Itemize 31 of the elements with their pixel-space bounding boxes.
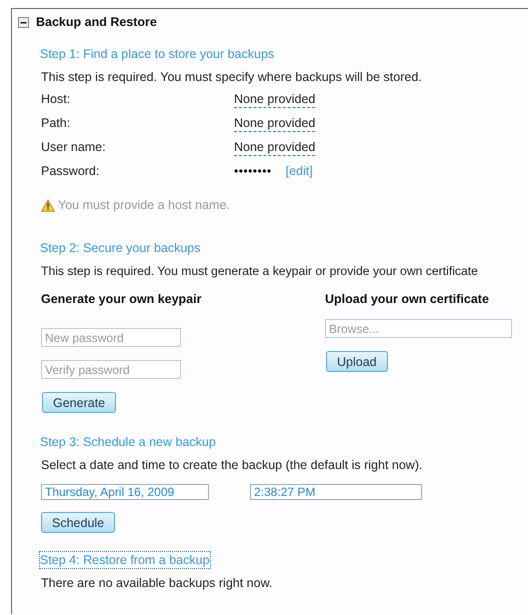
- field-value[interactable]: None provided: [234, 92, 316, 108]
- date-field[interactable]: Thursday, April 16, 2009: [41, 484, 209, 500]
- collapse-icon[interactable]: [18, 16, 29, 28]
- step-description: This step is required. You must generate a keypair or provide your own certificate: [41, 264, 479, 278]
- schedule-button[interactable]: Schedule: [41, 512, 116, 533]
- field-value[interactable]: None provided: [234, 140, 316, 156]
- warning-icon: [41, 198, 55, 212]
- file-field[interactable]: Browse...: [325, 319, 512, 338]
- time-field[interactable]: 2:38:27 PM: [250, 484, 422, 500]
- column-heading: Generate your own keypair: [41, 292, 202, 306]
- upload-button[interactable]: Upload: [326, 351, 388, 372]
- step-description: This step is required. You must specify where backups will be stored.: [41, 70, 423, 84]
- step-heading-link[interactable]: Step 4: Restore from a backup: [39, 551, 211, 569]
- step-heading-link[interactable]: Step 2: Secure your backups: [39, 239, 202, 257]
- password-field[interactable]: New password: [41, 328, 181, 347]
- section-title: Backup and Restore: [36, 15, 157, 29]
- step-heading-link[interactable]: Step 3: Schedule a new backup: [39, 433, 217, 451]
- password-field[interactable]: Verify password: [41, 360, 181, 379]
- field-label: User name:: [41, 140, 107, 156]
- field-label: Host:: [41, 92, 72, 108]
- step-description: There are no available backups right now.: [41, 576, 274, 590]
- step-description: Select a date and time to create the backup (the default is right now).: [41, 458, 424, 472]
- field-value[interactable]: None provided: [234, 116, 316, 132]
- step-heading-link[interactable]: Step 1: Find a place to store your backups: [39, 45, 276, 63]
- field-label: Path:: [41, 116, 72, 132]
- edit-link[interactable]: [edit]: [286, 164, 313, 178]
- generate-button[interactable]: Generate: [42, 392, 116, 413]
- field-label: Password:: [41, 164, 100, 178]
- column-heading: Upload your own certificate: [325, 292, 490, 306]
- masked-password: ••••••••: [234, 164, 272, 178]
- warning-message: You must provide a host name.: [58, 198, 230, 212]
